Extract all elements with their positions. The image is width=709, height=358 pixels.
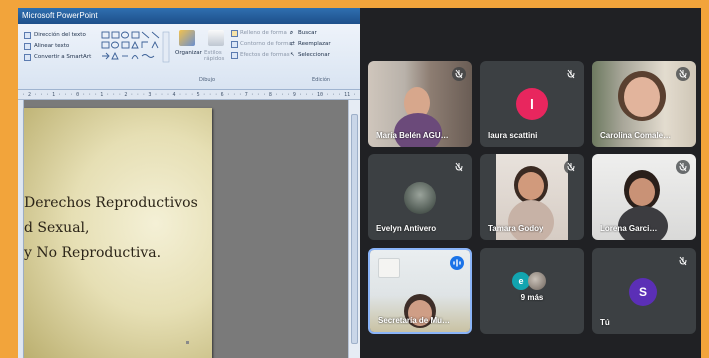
participant-tile-laura[interactable]: l laura scattini [480,61,584,147]
quick-styles-icon [208,30,224,46]
editing-group-label: Edición [312,77,331,83]
arrange-icon [179,30,195,46]
shapes-gallery[interactable] [100,30,170,64]
horizontal-ruler: · 2 · · · 1 · · · 0 · · · 1 · · · 2 · · … [18,90,360,100]
slide-editor[interactable]: Derechos Reproductivos d Sexual, y No Re… [24,100,348,358]
participant-tile-carolina[interactable]: Carolina Comale… [592,61,696,147]
mic-off-icon [452,160,466,174]
shape-fill-button[interactable]: Relleno de forma [240,30,287,36]
participant-face [624,77,660,117]
slide-marker [186,341,189,344]
slide-text-line-3: y No Reproductiva. [24,245,162,261]
replace-button[interactable]: Reemplazar [298,41,331,47]
mic-off-icon [452,67,466,81]
participant-name: Evelyn Antivero [376,224,437,233]
avatar-photo [404,182,436,214]
participant-name: Tamara Godoy [488,224,544,233]
participant-body [618,206,668,240]
mic-off-icon [564,67,578,81]
avatar: l [516,88,548,120]
mic-off-icon [676,160,690,174]
align-text-button[interactable]: Alinear texto [34,43,69,49]
ppt-title: Microsoft PowerPoint [22,11,98,20]
participant-name: Lorena Garci… [600,224,658,233]
align-text-icon [24,43,31,50]
scrollbar-thumb[interactable] [351,114,358,344]
quick-styles-button[interactable]: Estilos rápidos [204,50,228,62]
participant-tile-lorena[interactable]: Lorena Garci… [592,154,696,240]
mic-off-icon [676,67,690,81]
participant-name: Secretaría de Mu… [378,316,451,325]
ppt-title-bar: Microsoft PowerPoint [18,8,360,24]
replace-icon: ⇄ [290,41,295,47]
shape-outline-button[interactable]: Contorno de forma [240,41,292,47]
participant-tile-secretaria[interactable]: Secretaría de Mu… [368,248,472,334]
participant-body [508,200,554,240]
meet-participant-grid: María Belén AGU… l laura scattini Caroli… [360,8,701,358]
drawing-group-label: Dibujo [199,77,216,83]
avatar-chip-photo [528,272,546,290]
smartart-button[interactable]: Convertir a SmartArt [34,54,91,60]
mic-off-icon [564,160,578,174]
smartart-icon [24,54,31,61]
vertical-scrollbar[interactable] [348,100,360,358]
slide-text-line-2: d Sexual, [24,220,90,236]
shape-outline-icon [231,41,238,48]
participant-tile-evelyn[interactable]: Evelyn Antivero [368,154,472,240]
participant-name: María Belén AGU… [376,131,449,140]
participant-name: Carolina Comale… [600,131,672,140]
ppt-ribbon: Dirección del texto Alinear texto Conver… [18,24,360,90]
participant-name: Tú [600,318,610,327]
more-participants-tile[interactable]: e 9 más [480,248,584,334]
participant-body [394,113,442,147]
powerpoint-window: Microsoft PowerPoint ? Dirección del tex… [18,8,360,358]
slide[interactable]: Derechos Reproductivos d Sexual, y No Re… [24,108,212,358]
participant-tile-tamara[interactable]: Tamara Godoy [480,154,584,240]
slide-text-line-1: Derechos Reproductivos [24,195,198,211]
text-direction-button[interactable]: Dirección del texto [34,32,86,38]
shape-effects-icon [231,52,238,59]
participant-face [629,178,655,206]
shape-fill-icon [231,30,238,37]
binoculars-icon: ⌕ [290,30,294,36]
participant-tile-self[interactable]: S Tú [592,248,696,334]
participant-name: laura scattini [488,131,538,140]
select-button[interactable]: Seleccionar [298,52,330,58]
find-button[interactable]: Buscar [298,30,317,36]
avatar: S [629,278,657,306]
participant-face [518,172,544,200]
wall-frame [378,258,400,278]
speaking-indicator-icon [450,256,464,270]
more-participants-label: 9 más [520,293,544,302]
shape-effects-button[interactable]: Efectos de formas [240,52,290,58]
mic-off-icon [676,254,690,268]
arrange-button[interactable]: Organizar [175,50,202,56]
select-icon: ↖ [290,52,295,58]
text-direction-icon [24,32,31,39]
participant-tile-maria-belen[interactable]: María Belén AGU… [368,61,472,147]
